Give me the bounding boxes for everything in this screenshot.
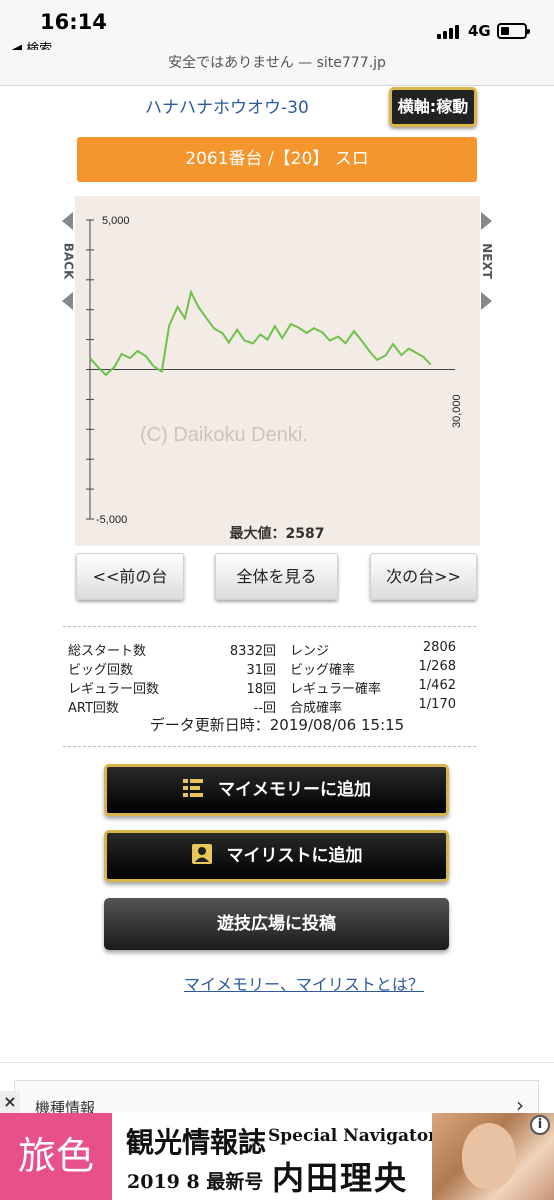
chart-back-nav[interactable]: BACK [61, 212, 76, 312]
ad-issue: 2019 8 最新号 [127, 1171, 264, 1193]
add-to-mylist-label: マイリストに追加 [226, 846, 363, 866]
stat-value: 1/170 [418, 697, 456, 712]
y-tick-label: 5,000 [102, 215, 130, 227]
signal-icon [437, 25, 463, 39]
url-bar[interactable]: 安全ではありません — site777.jp [0, 50, 554, 86]
stat-label: 総スタート数 [68, 644, 147, 659]
ad-info-icon[interactable]: i [530, 1115, 550, 1135]
back-arrow-icon[interactable] [62, 292, 73, 310]
stat-value: 2806 [422, 640, 456, 655]
stat-label: ビッグ確率 [290, 663, 356, 678]
view-all-button[interactable]: 全体を見る [215, 553, 338, 600]
status-time: 16:14 [40, 10, 107, 34]
x-tick-label: 30,000 [451, 394, 463, 428]
stat-value: 1/268 [418, 659, 456, 674]
ad-person-name: 内田理央 [272, 1159, 409, 1197]
ad-headline: 観光情報誌 [126, 1126, 267, 1159]
stat-label: レギュラー確率 [290, 682, 382, 697]
stat-row: 総スタート数 8332回 レンジ 2806 [68, 640, 486, 659]
stat-value: 18回 [246, 682, 276, 697]
divider [63, 626, 476, 627]
series-line [89, 289, 432, 377]
next-machine-button[interactable]: 次の台>> [370, 553, 477, 600]
stat-value: 8332回 [229, 644, 276, 659]
slump-chart-svg: 5,000 -5,000 30,000 (C) Daikoku Denki. 最大値：2… [86, 215, 463, 542]
divider [63, 746, 476, 747]
add-to-memory-button[interactable]: マイメモリーに追加 [104, 764, 449, 816]
post-to-plaza-button[interactable]: 遊技広場に投稿 [104, 898, 449, 950]
chart-next-nav[interactable]: NEXT [479, 212, 495, 312]
ad-banner[interactable]: 旅色 観光情報誌 2019 8 最新号 Special Navigator 内田… [0, 1113, 554, 1200]
url-text: 安全ではありません — site777.jp [168, 55, 386, 71]
close-ad-icon[interactable]: × [0, 1091, 20, 1113]
add-to-mylist-button[interactable]: マイリストに追加 [104, 830, 449, 882]
back-arrow-icon[interactable] [62, 212, 73, 230]
memory-icon [183, 779, 203, 797]
axis-toggle-button[interactable]: 横軸:稼動 [389, 87, 477, 127]
stat-label: ビッグ回数 [68, 663, 134, 678]
y-tick-label: -5,000 [96, 514, 127, 526]
machine-number-bar: 2061番台 /【20】 スロ [77, 137, 477, 182]
back-label: BACK [61, 242, 76, 280]
stat-label: レンジ [290, 644, 330, 659]
add-to-memory-label: マイメモリーに追加 [218, 780, 371, 800]
stat-label: レギュラー回数 [68, 682, 160, 697]
stat-value: 1/462 [418, 678, 456, 693]
stat-value: 31回 [246, 663, 276, 678]
chart-watermark: (C) Daikoku Denki. [140, 424, 308, 446]
ad-navigator-label: Special Navigator [268, 1126, 438, 1146]
memory-list-help-link[interactable]: マイメモリー、マイリストとは？ [184, 971, 424, 995]
next-label: NEXT [479, 243, 494, 279]
mylist-icon [191, 844, 212, 864]
stat-row: レギュラー回数 18回 レギュラー確率 1/462 [68, 678, 486, 697]
stats-table: 総スタート数 8332回 レンジ 2806 ビッグ回数 31回 ビッグ確率 1/268 レギュラ… [68, 640, 486, 716]
footer-divider [0, 1062, 554, 1063]
data-updated-time: データ更新日時：2019/08/06 15:15 [149, 716, 405, 734]
stat-row: ビッグ回数 31回 ビッグ確率 1/268 [68, 659, 486, 678]
model-name[interactable]: ハナハナホウオウ-30 [145, 93, 309, 118]
next-arrow-icon[interactable] [481, 212, 492, 230]
slump-chart: 5,000 -5,000 30,000 (C) Daikoku Denki. 最大値：2… [75, 196, 480, 546]
prev-machine-button[interactable]: <<前の台 [76, 553, 184, 600]
battery-icon [497, 23, 530, 39]
next-arrow-icon[interactable] [481, 292, 492, 310]
ad-logo: 旅色 [0, 1113, 112, 1200]
max-value-label: 最大値：2587 [230, 525, 325, 542]
network-type: 4G [468, 22, 491, 40]
